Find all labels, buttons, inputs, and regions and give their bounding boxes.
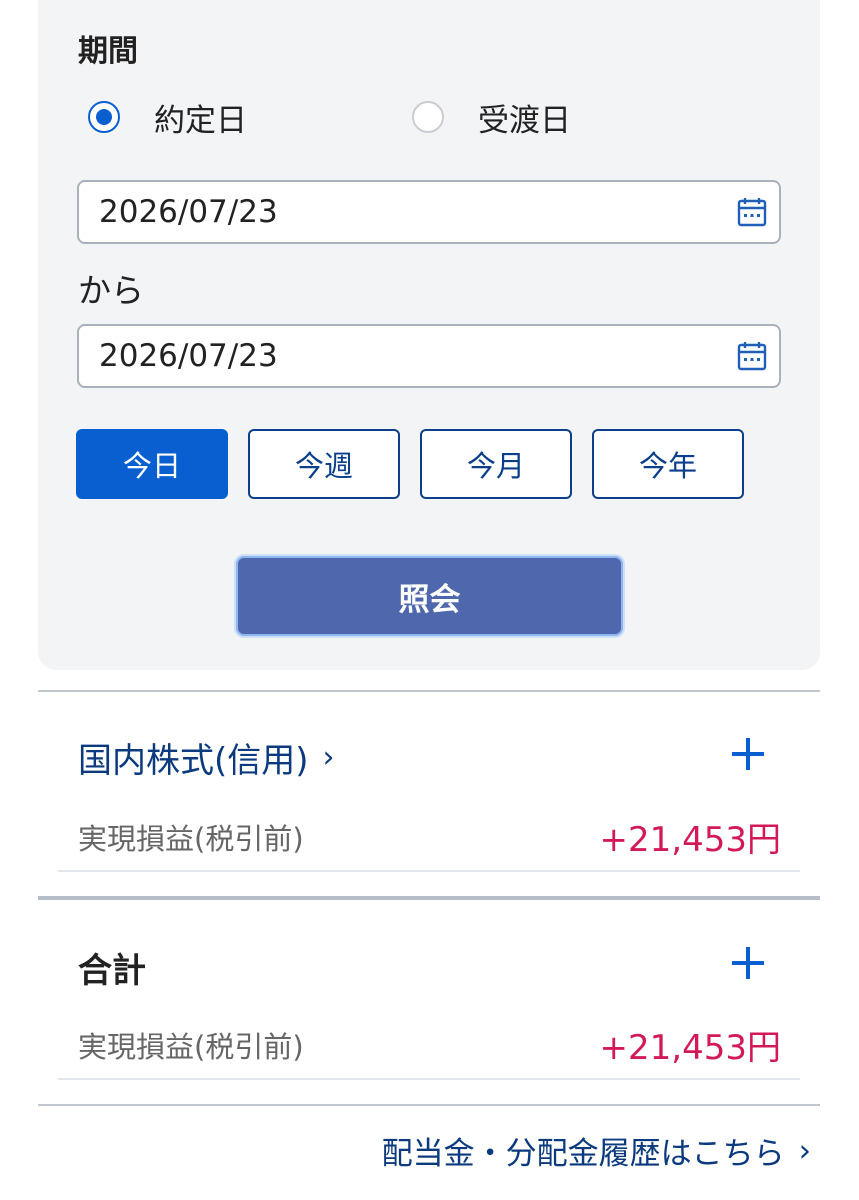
from-suffix-label: から (78, 271, 144, 310)
section-title-label: 国内株式(信用) (78, 741, 309, 781)
section-title-label: 合計 (78, 951, 146, 991)
dividend-history-label: 配当金・分配金履歴はこちら (381, 1136, 785, 1172)
period-label: 期間 (78, 34, 138, 69)
row-divider (58, 870, 800, 872)
section-title-domestic-margin[interactable]: 国内株式(信用) › (78, 733, 335, 782)
quick-today-button[interactable]: 今日 (76, 429, 228, 499)
total-divider (38, 896, 820, 900)
chevron-right-icon: › (798, 1132, 811, 1169)
radio-settlement-date[interactable]: 受渡日 (412, 92, 571, 142)
realized-pl-label: 実現損益(税引前) (78, 822, 304, 856)
calendar-icon[interactable] (737, 341, 767, 371)
quick-this-year-button[interactable]: 今年 (592, 429, 744, 499)
from-date-input[interactable] (99, 194, 699, 230)
section-title-total: 合計 (78, 943, 146, 992)
divider (38, 1104, 820, 1106)
row-divider (58, 1078, 800, 1080)
radio-trade-date-label: 約定日 (154, 102, 247, 139)
plus-icon[interactable] (730, 736, 766, 772)
quick-this-month-button[interactable]: 今月 (420, 429, 572, 499)
radio-settlement-date-button[interactable] (412, 101, 444, 133)
radio-trade-date-button[interactable] (88, 101, 120, 133)
realized-pl-value: +21,453円 (599, 1028, 781, 1068)
from-date-field[interactable] (77, 180, 781, 244)
dividend-history-link[interactable]: 配当金・分配金履歴はこちら › (382, 1128, 811, 1173)
radio-trade-date[interactable]: 約定日 (88, 92, 247, 142)
to-date-input[interactable] (99, 338, 699, 374)
realized-pl-label: 実現損益(税引前) (78, 1030, 304, 1064)
calendar-icon[interactable] (737, 197, 767, 227)
realized-pl-value: +21,453円 (599, 820, 781, 860)
quick-this-week-button[interactable]: 今週 (248, 429, 400, 499)
chevron-right-icon: › (322, 740, 335, 775)
to-date-field[interactable] (77, 324, 781, 388)
divider (38, 690, 820, 692)
plus-icon[interactable] (730, 945, 766, 981)
search-button[interactable]: 照会 (236, 556, 623, 636)
radio-settlement-date-label: 受渡日 (478, 102, 571, 139)
